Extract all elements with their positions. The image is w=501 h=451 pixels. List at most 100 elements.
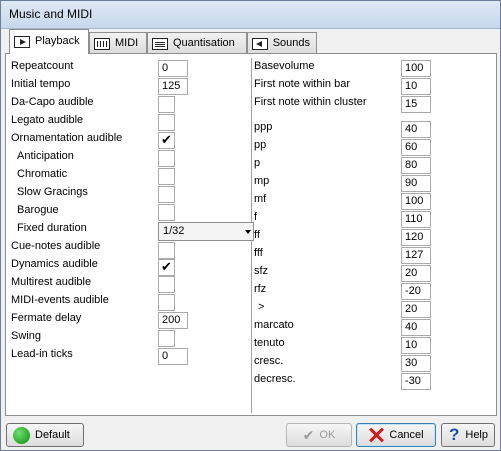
tab-strip: Playback MIDI Quantisation Sounds: [5, 29, 499, 54]
dyn-mp-input[interactable]: 90: [401, 175, 431, 192]
chromatic-label: Chromatic: [17, 168, 68, 180]
multirest-label: Multirest audible: [11, 276, 92, 288]
anticipation-checkbox[interactable]: [158, 150, 175, 167]
tab-sounds[interactable]: Sounds: [247, 32, 317, 53]
midi-events-checkbox[interactable]: [158, 294, 175, 311]
first-note-bar-label: First note within bar: [254, 78, 350, 90]
chromatic-checkbox[interactable]: [158, 168, 175, 185]
green-dot-icon: [13, 426, 30, 444]
ornamentation-label: Ornamentation audible: [11, 132, 123, 144]
dyn-cresc-label: cresc.: [254, 355, 284, 367]
swing-checkbox[interactable]: [158, 330, 175, 347]
dynamics-checkbox[interactable]: ✔: [158, 259, 175, 276]
first-note-bar-input[interactable]: 10: [401, 78, 431, 95]
slow-gracings-label: Slow Gracings: [17, 186, 88, 198]
ornamentation-checkbox[interactable]: ✔: [158, 132, 175, 149]
dyn-ppp-input[interactable]: 40: [401, 121, 431, 138]
dyn-marcato-input[interactable]: 40: [401, 319, 431, 336]
dyn-sfz-label: sfz: [254, 265, 269, 277]
tab-midi[interactable]: MIDI: [89, 32, 147, 53]
default-button-label: Default: [35, 429, 70, 441]
cue-notes-label: Cue-notes audible: [11, 240, 101, 252]
default-button[interactable]: Default: [6, 423, 84, 447]
playback-panel: Repeatcount 0 Initial tempo 125 Da-Capo …: [5, 53, 497, 416]
dyn-fff-input[interactable]: 127: [401, 247, 431, 264]
dyn-mf-input[interactable]: 100: [401, 193, 431, 210]
tab-midi-label: MIDI: [115, 37, 139, 49]
dyn-ppp-label: ppp: [254, 121, 273, 133]
swing-label: Swing: [11, 330, 41, 342]
dacapo-checkbox[interactable]: [158, 96, 175, 113]
initial-tempo-label: Initial tempo: [11, 78, 71, 90]
dyn-tenuto-label: tenuto: [254, 337, 285, 349]
legato-label: Legato audible: [11, 114, 84, 126]
anticipation-label: Anticipation: [17, 150, 74, 162]
play-icon: [14, 36, 30, 48]
fixed-duration-select[interactable]: 1/32: [158, 222, 254, 241]
basevolume-input[interactable]: 100: [401, 60, 431, 77]
dyn-ff-label: ff: [254, 229, 260, 241]
ok-button-label: OK: [319, 429, 336, 441]
tab-quantisation[interactable]: Quantisation: [147, 32, 247, 53]
cue-notes-checkbox[interactable]: [158, 242, 175, 259]
cancel-button[interactable]: Cancel: [356, 423, 436, 447]
cancel-button-label: Cancel: [389, 429, 424, 441]
sounds-icon: [252, 38, 268, 50]
dyn-accent-input[interactable]: 20: [401, 301, 431, 318]
fixed-duration-label: Fixed duration: [17, 222, 87, 234]
title-bar[interactable]: Music and MIDI: [1, 1, 500, 29]
legato-checkbox[interactable]: [158, 114, 175, 131]
dyn-p-input[interactable]: 80: [401, 157, 431, 174]
fermate-delay-label: Fermate delay: [11, 312, 82, 324]
initial-tempo-input[interactable]: 125: [158, 78, 188, 95]
dyn-cresc-input[interactable]: 30: [401, 355, 431, 372]
dyn-pp-label: pp: [254, 139, 267, 151]
basevolume-label: Basevolume: [254, 60, 315, 72]
tab-quantisation-label: Quantisation: [173, 37, 235, 49]
slow-gracings-checkbox[interactable]: [158, 186, 175, 203]
tab-playback-label: Playback: [35, 35, 80, 47]
repeatcount-label: Repeatcount: [11, 60, 74, 72]
dyn-rfz-label: rfz: [254, 283, 267, 295]
fermate-delay-input[interactable]: 200: [158, 312, 188, 329]
multirest-checkbox[interactable]: [158, 276, 175, 293]
checkmark-icon: ✔: [302, 426, 315, 443]
first-note-cluster-label: First note within cluster: [254, 96, 367, 108]
ok-button[interactable]: ✔ OK: [286, 423, 352, 447]
dyn-rfz-input[interactable]: -20: [401, 283, 431, 300]
tab-sounds-label: Sounds: [272, 37, 310, 49]
baroque-checkbox[interactable]: [158, 204, 175, 221]
music-midi-dialog: Music and MIDI Playback MIDI Quantisatio…: [0, 0, 501, 451]
help-icon: ?: [448, 425, 460, 444]
dyn-fff-label: fff: [254, 247, 263, 259]
lead-in-input[interactable]: 0: [158, 348, 188, 365]
dyn-ff-input[interactable]: 120: [401, 229, 431, 246]
repeatcount-input[interactable]: 0: [158, 60, 188, 77]
midi-events-label: MIDI-events audible: [11, 294, 109, 306]
first-note-cluster-input[interactable]: 15: [401, 96, 431, 113]
dynamics-label: Dynamics audible: [11, 258, 98, 270]
dyn-f-label: f: [254, 211, 258, 223]
help-button[interactable]: ? Help: [441, 423, 495, 447]
dyn-marcato-label: marcato: [254, 319, 294, 331]
dyn-decresc-input[interactable]: -30: [401, 373, 431, 390]
dyn-pp-input[interactable]: 60: [401, 139, 431, 156]
fixed-duration-value: 1/32: [163, 225, 185, 237]
dacapo-label: Da-Capo audible: [11, 96, 94, 108]
window-title: Music and MIDI: [9, 7, 93, 21]
tab-playback[interactable]: Playback: [9, 29, 89, 54]
dyn-p-label: p: [254, 157, 261, 169]
dyn-tenuto-input[interactable]: 10: [401, 337, 431, 354]
dyn-decresc-label: decresc.: [254, 373, 296, 385]
quantisation-icon: [152, 38, 168, 50]
midi-icon: [94, 38, 110, 50]
dyn-sfz-input[interactable]: 20: [401, 265, 431, 282]
dropdown-arrow-icon: [245, 230, 251, 234]
close-icon: [368, 427, 384, 443]
help-button-label: Help: [465, 429, 488, 441]
dyn-mp-label: mp: [254, 175, 270, 187]
dyn-mf-label: mf: [254, 193, 267, 205]
dyn-f-input[interactable]: 110: [401, 211, 431, 228]
lead-in-label: Lead-in ticks: [11, 348, 73, 360]
checkmark-icon: ✔: [161, 259, 172, 274]
